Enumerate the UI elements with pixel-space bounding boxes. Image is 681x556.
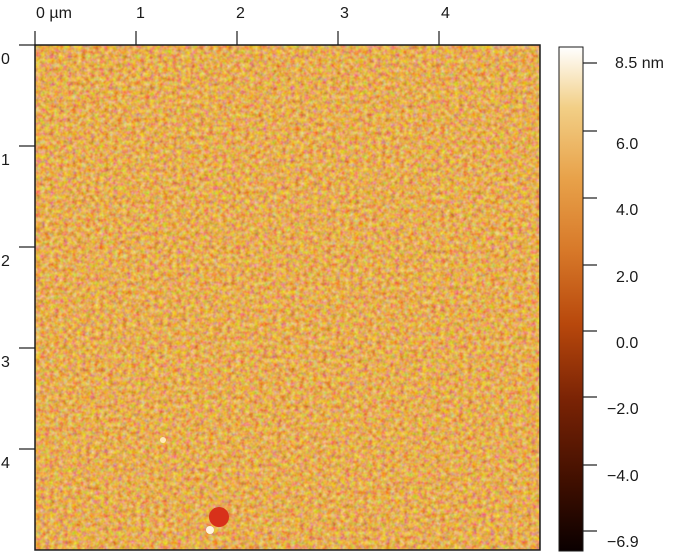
colorbar-label: −6.9 — [607, 534, 639, 551]
x-tick-label: 1 — [136, 5, 145, 22]
colorbar-label: 0.0 — [616, 335, 638, 352]
y-tick-label: 3 — [1, 354, 10, 371]
particle-white — [206, 526, 214, 534]
y-tick-label: 0 — [1, 51, 10, 68]
colorbar-gradient — [558, 46, 584, 552]
particle-bright — [160, 437, 166, 443]
x-tick-label: 2 — [236, 5, 245, 22]
colorbar-label: −2.0 — [607, 401, 639, 418]
x-tick-label: 3 — [340, 5, 349, 22]
particle-red — [209, 507, 229, 527]
y-tick-label: 2 — [1, 253, 10, 270]
colorbar-label: 4.0 — [616, 202, 638, 219]
y-tick-label: 1 — [1, 152, 10, 169]
afm-figure: 0 µm 1 2 3 4 0 1 2 3 4 8.5 nm 6.0 4.0 2.… — [1, 5, 664, 552]
x-tick-label: 0 µm — [36, 5, 72, 22]
colorbar-label: 6.0 — [616, 136, 638, 153]
y-axis: 0 1 2 3 4 — [1, 44, 35, 472]
colorbar: 8.5 nm 6.0 4.0 2.0 0.0 −2.0 −4.0 −6.9 — [558, 46, 664, 552]
colorbar-label: −4.0 — [607, 468, 639, 485]
height-map — [35, 45, 540, 550]
y-tick-label: 4 — [1, 455, 10, 472]
x-axis: 0 µm 1 2 3 4 — [34, 5, 450, 45]
colorbar-label: 8.5 nm — [615, 55, 664, 72]
x-tick-label: 4 — [441, 5, 450, 22]
colorbar-label: 2.0 — [616, 269, 638, 286]
